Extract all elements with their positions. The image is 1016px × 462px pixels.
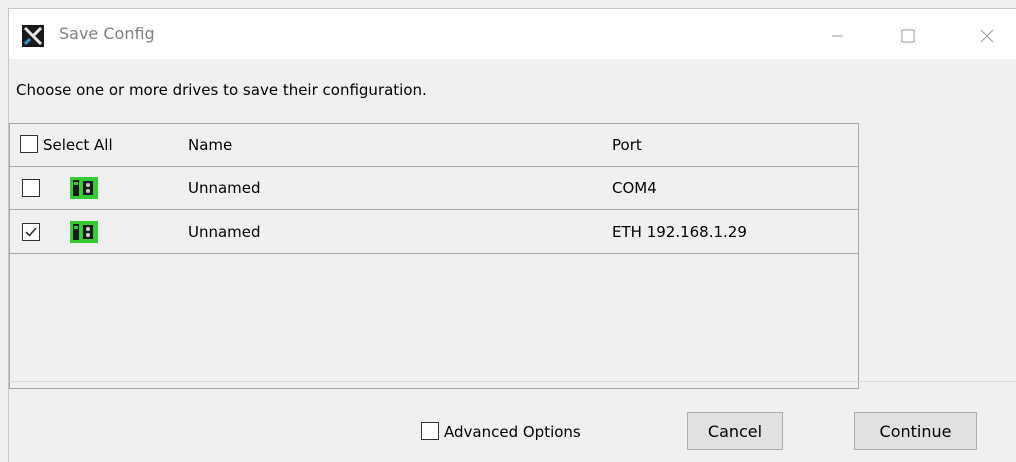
advanced-options-checkbox[interactable]: [421, 422, 439, 440]
save-config-dialog: Save Config Choose one or more drives to…: [8, 8, 1016, 462]
minimize-icon[interactable]: [814, 22, 860, 50]
cancel-button[interactable]: Cancel: [687, 412, 783, 450]
drive-icon: [70, 221, 98, 243]
app-x-logo-icon: [22, 25, 44, 47]
port-column-header: Port: [612, 136, 642, 154]
advanced-options-label[interactable]: Advanced Options: [444, 423, 581, 441]
drive-port: ETH 192.168.1.29: [612, 223, 747, 241]
drive-name: Unnamed: [188, 223, 261, 241]
close-icon[interactable]: [964, 22, 1010, 50]
table-row[interactable]: Unnamed ETH 192.168.1.29: [10, 211, 858, 254]
checkmark-icon: [25, 227, 37, 237]
row-checkbox[interactable]: [22, 179, 40, 197]
select-all-checkbox[interactable]: [20, 135, 38, 153]
title-bar: Save Config: [9, 9, 1016, 59]
maximize-icon[interactable]: [884, 22, 930, 50]
select-all-label[interactable]: Select All: [43, 136, 113, 154]
table-row[interactable]: Unnamed COM4: [10, 167, 858, 210]
drive-port: COM4: [612, 179, 657, 197]
row-checkbox[interactable]: [22, 223, 40, 241]
drive-name: Unnamed: [188, 179, 261, 197]
footer-divider: [9, 381, 1016, 382]
continue-button[interactable]: Continue: [854, 412, 977, 450]
window-title: Save Config: [59, 24, 155, 43]
drives-table: Select All Name Port Unnamed COM4 Unname…: [9, 123, 859, 389]
instructions-text: Choose one or more drives to save their …: [16, 81, 427, 99]
drive-icon: [70, 177, 98, 199]
name-column-header: Name: [188, 136, 233, 154]
table-header: Select All Name Port: [10, 124, 858, 167]
